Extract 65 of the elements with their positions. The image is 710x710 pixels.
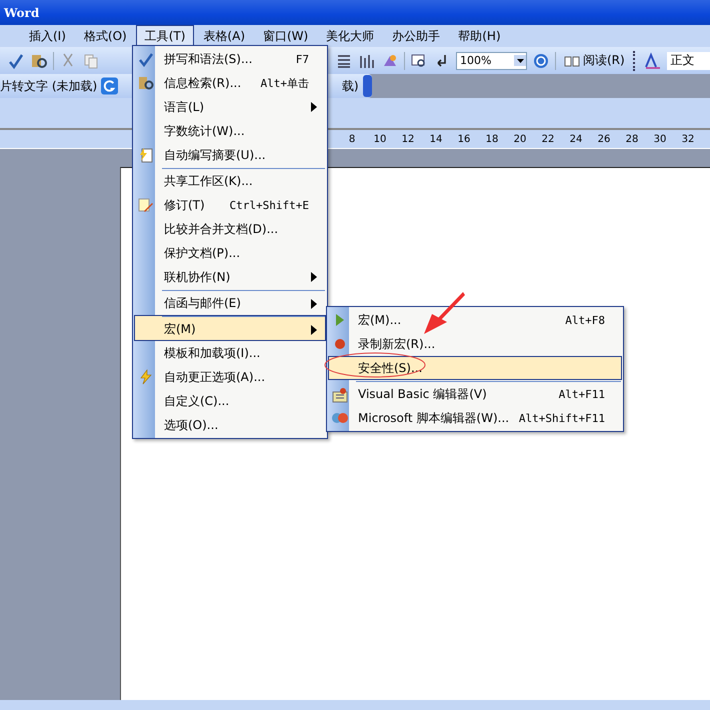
ruler-number: 20 xyxy=(512,134,528,144)
ruler-number: 14 xyxy=(428,134,444,144)
menu-item[interactable]: 格式(O) xyxy=(74,24,136,48)
lightning-icon xyxy=(138,369,154,385)
record-icon xyxy=(334,338,346,350)
editor-icon xyxy=(332,386,348,402)
menu-item[interactable]: 宏(M)... Alt+F8 xyxy=(328,308,622,332)
menu-item[interactable]: 帮助(H) xyxy=(449,24,510,48)
submenu-arrow-icon xyxy=(311,102,317,112)
menu-item[interactable]: 办公助手 xyxy=(383,24,450,48)
menu-item[interactable]: 字数统计(W)... xyxy=(134,119,326,143)
spelling-icon xyxy=(138,51,154,67)
ruler-number: 18 xyxy=(484,134,500,144)
styles-icon[interactable] xyxy=(644,52,662,70)
menu-item[interactable]: 选项(O)... xyxy=(134,413,326,437)
toolbar-label: 片转文字 (未加载) xyxy=(0,78,98,94)
menu-item[interactable]: 拼写和语法(S)... F7 xyxy=(134,47,326,71)
menu-item[interactable]: Microsoft 脚本编辑器(W)... Alt+Shift+F11 xyxy=(328,406,622,430)
ruler-number: 30 xyxy=(652,134,668,144)
ruler-number: 22 xyxy=(540,134,556,144)
toolbar-label: 载) xyxy=(342,78,359,94)
menu-item[interactable]: 模板和加载项(I)... xyxy=(134,341,326,365)
submenu-arrow-icon xyxy=(311,272,317,282)
menu-item[interactable]: 修订(T) Ctrl+Shift+E xyxy=(134,193,326,217)
menu-item[interactable]: 自动编写摘要(U)... xyxy=(134,143,326,167)
ruler-number: 24 xyxy=(568,134,584,144)
research-icon xyxy=(138,75,154,91)
ruler-number: 26 xyxy=(596,134,612,144)
menu-item[interactable]: 联机协作(N) xyxy=(134,265,326,289)
menu-item[interactable]: 语言(L) xyxy=(134,95,326,119)
ruler-number: 8 xyxy=(348,134,356,144)
g-logo-icon[interactable] xyxy=(101,77,118,95)
menu-item[interactable]: 自动更正选项(A)... xyxy=(134,365,326,389)
ruler-number: 28 xyxy=(624,134,640,144)
document-pencil-icon xyxy=(138,197,154,213)
menu-item[interactable]: 美化大师 xyxy=(317,24,384,48)
ruler-number: 10 xyxy=(372,134,388,144)
ruler-number: 12 xyxy=(400,134,416,144)
menu-item[interactable]: 安全性(S)... xyxy=(328,356,622,380)
document-lightning-icon xyxy=(138,147,154,163)
ruler-number: 32 xyxy=(680,134,696,144)
menu-item[interactable]: 比较并合并文档(D)... xyxy=(134,217,326,241)
spelling-icon[interactable] xyxy=(7,52,25,70)
submenu-arrow-icon xyxy=(311,324,317,334)
play-icon xyxy=(335,314,345,326)
menu-item[interactable]: 插入(I) xyxy=(20,24,75,48)
menu-item[interactable]: 信息检索(R)... Alt+单击 xyxy=(134,71,326,95)
menu-item[interactable]: 自定义(C)... xyxy=(134,389,326,413)
style-field[interactable]: 正文 xyxy=(666,52,710,70)
script-editor-icon xyxy=(331,411,349,425)
caret-icon xyxy=(516,59,524,63)
menu-item[interactable]: 宏(M) xyxy=(134,315,326,341)
read-button[interactable]: 阅读(R) xyxy=(561,52,628,69)
menu-item[interactable]: 录制新宏(R)... xyxy=(328,332,622,356)
zoom-dropdown[interactable]: 100% xyxy=(456,52,527,70)
menu-item[interactable]: 保护文档(P)... xyxy=(134,241,326,265)
toolbar-options-icon[interactable] xyxy=(362,75,372,97)
help-icon[interactable] xyxy=(532,52,550,70)
menu-item[interactable]: 表格(A) xyxy=(194,24,254,48)
book-icon xyxy=(564,54,580,66)
annotation-arrow xyxy=(424,292,465,334)
menu-item[interactable]: 窗口(W) xyxy=(254,24,318,48)
ruler-number: 16 xyxy=(456,134,472,144)
submenu-arrow-icon xyxy=(311,298,317,308)
window-title: Word xyxy=(4,6,40,20)
